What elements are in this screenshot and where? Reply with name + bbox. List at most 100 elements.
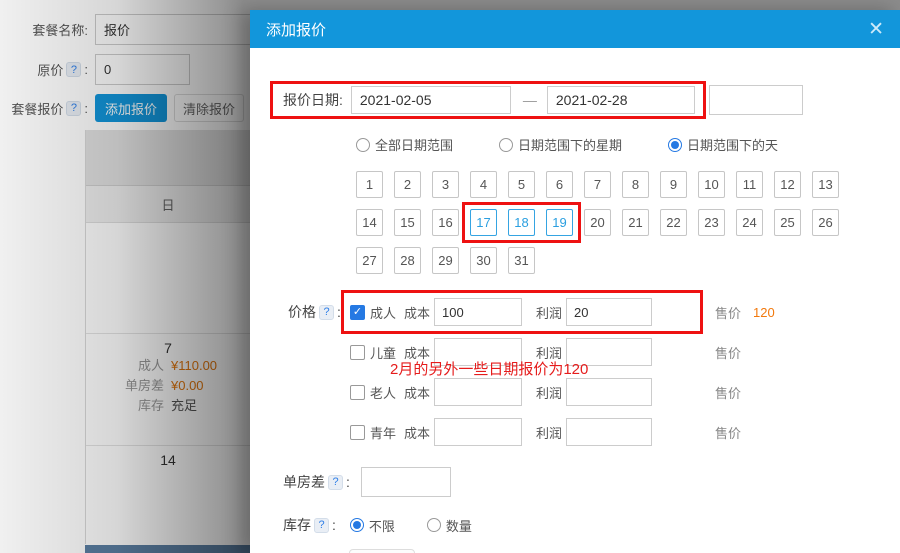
day-cell-9[interactable]: 9	[660, 171, 687, 198]
radio-icon	[356, 137, 370, 152]
day-cell-29[interactable]: 29	[432, 247, 459, 274]
colon: :	[346, 474, 350, 490]
price-row-adult: 价格 ? : ✓ 成人 成本 利润 售价	[283, 290, 900, 334]
youth-cost-input[interactable]	[434, 418, 523, 446]
price-label-group: 价格 ? :	[283, 302, 350, 322]
day-cell-27[interactable]: 27	[356, 247, 383, 274]
tutorial-annotation: 2月的另外一些日期报价为120	[390, 361, 589, 378]
day-cell-19[interactable]: 19	[546, 209, 573, 236]
date-range-dash: —	[522, 92, 537, 108]
senior-profit-input[interactable]	[566, 378, 653, 406]
close-icon[interactable]: ✕	[868, 20, 884, 39]
day-cell-16[interactable]: 16	[432, 209, 459, 236]
day-cell-28[interactable]: 28	[394, 247, 421, 274]
day-cell-21[interactable]: 21	[622, 209, 649, 236]
day-cell-23[interactable]: 23	[698, 209, 725, 236]
day-grid-wrap: 1 2 3 4 5 6 7 8 9 10 11 12 13 14 15 16 17 18 19 20 21 22 23 24 2…	[356, 171, 846, 274]
cost-label: 成本	[404, 425, 431, 441]
radio-weekday-in-range[interactable]: 日期范围下的星期	[499, 135, 622, 154]
page: 套餐名称: 原价 ? : 套餐报价 ? : 添加报价 清除报价 日 7 成人	[0, 0, 900, 553]
adult-profit-input[interactable]	[566, 298, 653, 326]
day-cell-25[interactable]: 25	[774, 209, 801, 236]
profit-label: 利润	[536, 425, 563, 441]
day-cell-2[interactable]: 2	[394, 171, 421, 198]
price-row-youth: 青年 成本 利润 售价	[283, 418, 900, 446]
senior-cost-input[interactable]	[434, 378, 523, 406]
day-cell-12[interactable]: 12	[774, 171, 801, 198]
youth-profit-input[interactable]	[566, 418, 653, 446]
help-icon[interactable]: ?	[319, 304, 334, 320]
day-cell-11[interactable]: 11	[736, 171, 763, 198]
single-room-row: 单房差 ? :	[283, 467, 900, 497]
help-icon[interactable]: ?	[314, 517, 329, 533]
cost-label: 成本	[404, 385, 431, 401]
cost-label: 成本	[404, 305, 431, 321]
single-room-label: 单房差	[283, 474, 325, 490]
date-extra-input[interactable]	[708, 85, 803, 115]
radio-icon	[499, 137, 514, 152]
adult-checkbox[interactable]: ✓	[350, 304, 365, 320]
quote-date-row: 报价日期: —	[270, 81, 900, 119]
day-cell-3[interactable]: 3	[432, 171, 459, 198]
radio-selected-icon	[668, 137, 683, 152]
price-row-senior: 老人 成本 利润 售价	[283, 378, 900, 406]
day-cell-6[interactable]: 6	[546, 171, 573, 198]
price-block: 价格 ? : ✓ 成人 成本 利润 售价	[283, 290, 900, 446]
day-cell-20[interactable]: 20	[584, 209, 611, 236]
day-cell-10[interactable]: 10	[698, 171, 725, 198]
price-label: 价格	[288, 304, 316, 320]
day-cell-22[interactable]: 22	[660, 209, 687, 236]
radio-label: 数量	[445, 518, 472, 534]
day-cell-15[interactable]: 15	[394, 209, 421, 236]
senior-checkbox[interactable]	[350, 384, 365, 400]
end-date-input[interactable]	[546, 86, 695, 114]
single-room-input[interactable]	[360, 467, 451, 497]
day-cell-18[interactable]: 18	[508, 209, 535, 236]
day-cell-26[interactable]: 26	[812, 209, 839, 236]
adult-sale-value: 120	[753, 304, 775, 320]
day-cell-13[interactable]: 13	[812, 171, 839, 198]
confirm-quote-button[interactable]: 确定报价	[349, 549, 415, 553]
sale-label: 售价	[715, 385, 742, 401]
radio-label: 全部日期范围	[375, 138, 454, 153]
day-cell-8[interactable]: 8	[622, 171, 649, 198]
stock-row: 库存 ? : 不限 数量	[283, 515, 900, 535]
day-cell-31[interactable]: 31	[508, 247, 535, 274]
price-row-child: 儿童 成本 利润 售价	[283, 338, 900, 366]
price-type-label: 老人	[370, 385, 397, 401]
day-cell-24[interactable]: 24	[736, 209, 763, 236]
radio-label: 不限	[368, 518, 395, 534]
radio-icon	[426, 518, 441, 532]
check-icon: ✓	[352, 305, 363, 318]
day-cell-4[interactable]: 4	[470, 171, 497, 198]
day-cell-14[interactable]: 14	[356, 209, 383, 236]
day-cell-7[interactable]: 7	[584, 171, 611, 198]
date-range-mode-options: 全部日期范围 日期范围下的星期 日期范围下的天	[356, 135, 900, 154]
adult-cost-input[interactable]	[434, 298, 523, 326]
youth-checkbox[interactable]	[350, 424, 365, 440]
child-checkbox[interactable]	[350, 344, 365, 360]
day-cell-5[interactable]: 5	[508, 171, 535, 198]
date-highlight-box: 报价日期: —	[270, 81, 706, 119]
help-icon[interactable]: ?	[328, 474, 343, 490]
quote-date-label: 报价日期:	[283, 92, 343, 108]
price-type-label: 成人	[370, 305, 397, 321]
sale-label: 售价	[715, 425, 742, 441]
modal-header: 添加报价 ✕	[250, 10, 900, 48]
profit-label: 利润	[536, 385, 563, 401]
price-type-label: 青年	[370, 425, 397, 441]
start-date-input[interactable]	[350, 86, 511, 114]
radio-stock-quantity[interactable]: 数量	[426, 516, 472, 535]
radio-stock-unlimited[interactable]: 不限	[349, 516, 395, 535]
day-cell-17[interactable]: 17	[470, 209, 497, 236]
radio-selected-icon	[349, 518, 364, 532]
radio-all-date-range[interactable]: 全部日期范围	[356, 135, 453, 154]
stock-label: 库存	[283, 517, 311, 533]
radio-label: 日期范围下的天	[687, 138, 779, 153]
sale-label: 售价	[715, 305, 742, 321]
modal-title: 添加报价	[266, 21, 327, 39]
day-cell-30[interactable]: 30	[470, 247, 497, 274]
radio-day-in-range[interactable]: 日期范围下的天	[668, 135, 778, 154]
colon: :	[332, 517, 336, 533]
day-cell-1[interactable]: 1	[356, 171, 383, 198]
